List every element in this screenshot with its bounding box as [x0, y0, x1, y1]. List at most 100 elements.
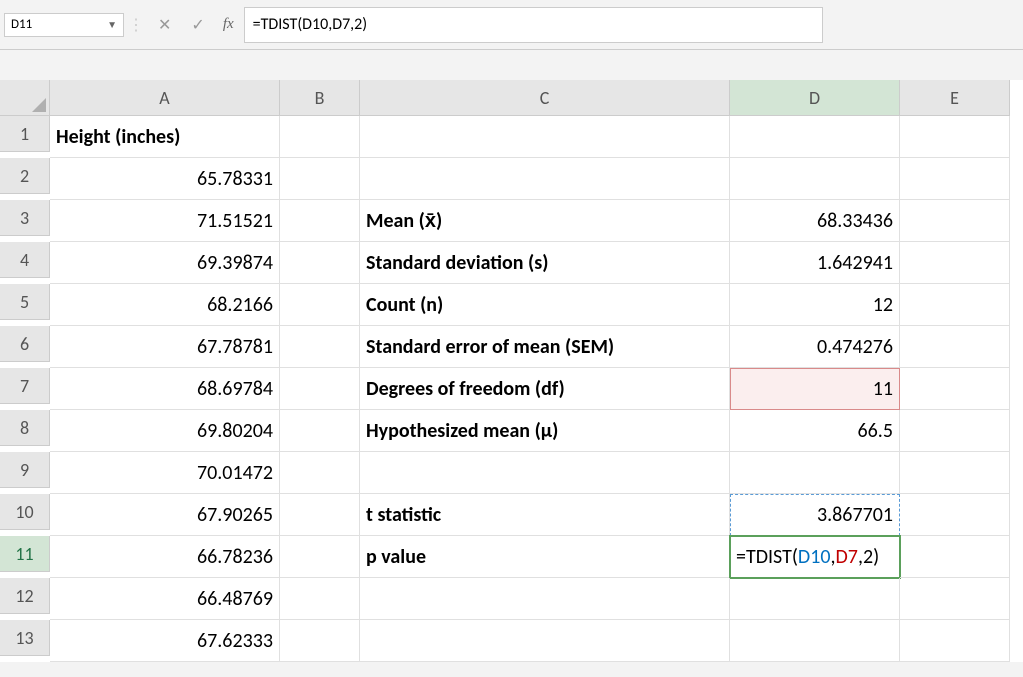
- cell-D11[interactable]: =TDIST(D10,D7,2): [730, 536, 900, 578]
- cell-E4[interactable]: [900, 242, 1010, 284]
- row-header-4[interactable]: 4: [0, 242, 50, 278]
- cell-D13[interactable]: [730, 620, 900, 662]
- name-box[interactable]: D11 ▼: [4, 13, 124, 37]
- cell-B6[interactable]: [280, 326, 360, 368]
- cell-B2[interactable]: [280, 158, 360, 200]
- enter-icon[interactable]: ✓: [191, 15, 204, 35]
- cell-C9[interactable]: [360, 452, 730, 494]
- cell-B9[interactable]: [280, 452, 360, 494]
- cell-D9[interactable]: [730, 452, 900, 494]
- cell-E6[interactable]: [900, 326, 1010, 368]
- formula-input[interactable]: =TDIST(D10,D7,2): [244, 7, 823, 43]
- row-header-11[interactable]: 11: [0, 536, 50, 572]
- formula-bar-buttons: ✕ ✓: [158, 15, 205, 35]
- row-header-9[interactable]: 9: [0, 452, 50, 488]
- cell-A9[interactable]: 70.01472: [50, 452, 280, 494]
- name-box-value: D11: [11, 17, 32, 32]
- cell-C13[interactable]: [360, 620, 730, 662]
- cell-C11[interactable]: p value: [360, 536, 730, 578]
- cell-A7[interactable]: 68.69784: [50, 368, 280, 410]
- col-header-A[interactable]: A: [50, 80, 280, 116]
- cell-E8[interactable]: [900, 410, 1010, 452]
- row-header-13[interactable]: 13: [0, 620, 50, 656]
- cell-A13[interactable]: 67.62333: [50, 620, 280, 662]
- row-header-12[interactable]: 12: [0, 578, 50, 614]
- formula-bar: D11 ▼ ⋮ ✕ ✓ fx =TDIST(D10,D7,2): [0, 0, 1023, 50]
- cell-C12[interactable]: [360, 578, 730, 620]
- cell-E3[interactable]: [900, 200, 1010, 242]
- cell-C10[interactable]: t statistic: [360, 494, 730, 536]
- formula-ref1: D10: [798, 545, 831, 569]
- cell-A11[interactable]: 66.78236: [50, 536, 280, 578]
- cell-B13[interactable]: [280, 620, 360, 662]
- cell-C7[interactable]: Degrees of freedom (df): [360, 368, 730, 410]
- cell-E2[interactable]: [900, 158, 1010, 200]
- cell-D4[interactable]: 1.642941: [730, 242, 900, 284]
- cell-D8[interactable]: 66.5: [730, 410, 900, 452]
- cell-E11[interactable]: [900, 536, 1010, 578]
- row-header-7[interactable]: 7: [0, 368, 50, 404]
- cell-C6[interactable]: Standard error of mean (SEM): [360, 326, 730, 368]
- cell-B12[interactable]: [280, 578, 360, 620]
- cell-A6[interactable]: 67.78781: [50, 326, 280, 368]
- cell-A12[interactable]: 66.48769: [50, 578, 280, 620]
- cell-C1[interactable]: [360, 116, 730, 158]
- cell-D2[interactable]: [730, 158, 900, 200]
- cell-C3[interactable]: Mean (x̄): [360, 200, 730, 242]
- col-header-D[interactable]: D: [730, 80, 900, 116]
- cell-A4[interactable]: 69.39874: [50, 242, 280, 284]
- cell-D10[interactable]: 3.867701: [730, 494, 900, 536]
- cell-B4[interactable]: [280, 242, 360, 284]
- name-box-dropdown-icon[interactable]: ▼: [107, 18, 117, 31]
- cell-C5[interactable]: Count (n): [360, 284, 730, 326]
- cell-B8[interactable]: [280, 410, 360, 452]
- cell-E12[interactable]: [900, 578, 1010, 620]
- cell-B5[interactable]: [280, 284, 360, 326]
- row-header-2[interactable]: 2: [0, 158, 50, 194]
- cell-A2[interactable]: 65.78331: [50, 158, 280, 200]
- row-header-3[interactable]: 3: [0, 200, 50, 236]
- cell-B11[interactable]: [280, 536, 360, 578]
- cancel-icon[interactable]: ✕: [158, 15, 171, 35]
- cell-A5[interactable]: 68.2166: [50, 284, 280, 326]
- cell-C8[interactable]: Hypothesized mean (μ): [360, 410, 730, 452]
- formula-suffix: ,2): [858, 545, 879, 569]
- cell-D5[interactable]: 12: [730, 284, 900, 326]
- cell-A8[interactable]: 69.80204: [50, 410, 280, 452]
- cell-B1[interactable]: [280, 116, 360, 158]
- cell-D12[interactable]: [730, 578, 900, 620]
- cell-E9[interactable]: [900, 452, 1010, 494]
- cell-B7[interactable]: [280, 368, 360, 410]
- cell-C4[interactable]: Standard deviation (s): [360, 242, 730, 284]
- fx-icon[interactable]: fx: [223, 16, 234, 33]
- formula-text: =TDIST(D10,D7,2): [253, 15, 368, 34]
- cell-D7[interactable]: 11: [730, 368, 900, 410]
- formula-ref2: D7: [836, 545, 858, 569]
- cell-E10[interactable]: [900, 494, 1010, 536]
- row-header-6[interactable]: 6: [0, 326, 50, 362]
- cell-E5[interactable]: [900, 284, 1010, 326]
- select-all-triangle[interactable]: [0, 80, 50, 116]
- row-header-1[interactable]: 1: [0, 116, 50, 152]
- cell-A1[interactable]: Height (inches): [50, 116, 280, 158]
- cell-A3[interactable]: 71.51521: [50, 200, 280, 242]
- cell-E13[interactable]: [900, 620, 1010, 662]
- cell-D3[interactable]: 68.33436: [730, 200, 900, 242]
- col-header-E[interactable]: E: [900, 80, 1010, 116]
- cell-C2[interactable]: [360, 158, 730, 200]
- cell-A10[interactable]: 67.90265: [50, 494, 280, 536]
- cell-B3[interactable]: [280, 200, 360, 242]
- spreadsheet-grid: A B C D E 1 Height (inches) 2 65.78331 3…: [0, 80, 1023, 662]
- cell-E1[interactable]: [900, 116, 1010, 158]
- row-header-8[interactable]: 8: [0, 410, 50, 446]
- formula-prefix: =TDIST(: [736, 545, 798, 569]
- row-header-5[interactable]: 5: [0, 284, 50, 320]
- cell-D6[interactable]: 0.474276: [730, 326, 900, 368]
- col-header-C[interactable]: C: [360, 80, 730, 116]
- cell-B10[interactable]: [280, 494, 360, 536]
- row-header-10[interactable]: 10: [0, 494, 50, 530]
- separator: ⋮: [124, 15, 148, 35]
- cell-E7[interactable]: [900, 368, 1010, 410]
- cell-D1[interactable]: [730, 116, 900, 158]
- col-header-B[interactable]: B: [280, 80, 360, 116]
